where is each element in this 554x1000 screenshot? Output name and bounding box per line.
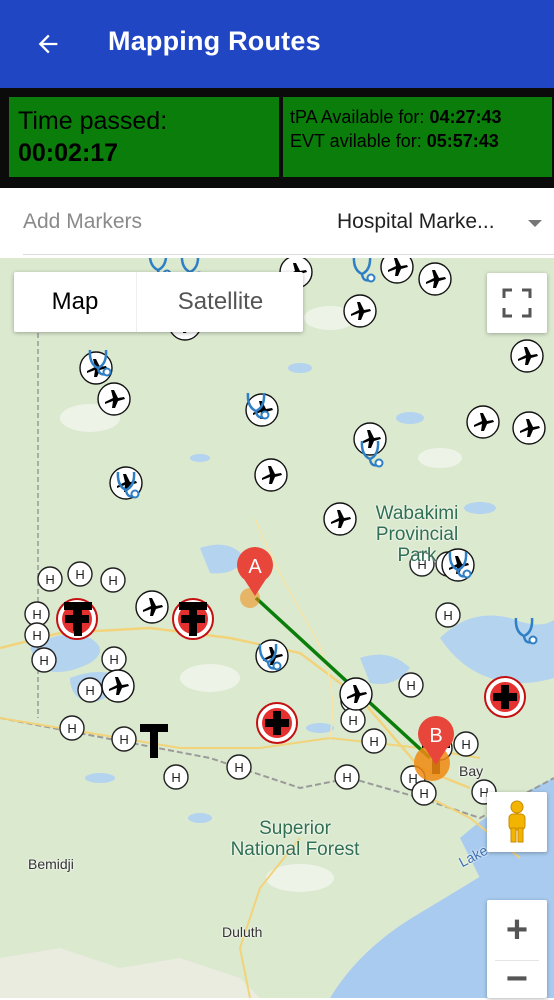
zoom-in-button[interactable]: + xyxy=(487,900,547,960)
markers-bar: Add Markers Hospital Marke... xyxy=(0,188,554,258)
zoom-control: + − xyxy=(487,900,547,998)
divider xyxy=(23,254,554,255)
map-type-map-button[interactable]: Map xyxy=(14,272,136,332)
street-view-button[interactable] xyxy=(487,792,547,852)
map-graphics: H xyxy=(0,258,554,998)
tpa-row: tPA Available for: 04:27:43 xyxy=(290,107,502,128)
evt-value: 05:57:43 xyxy=(426,131,499,151)
marker-a[interactable]: A xyxy=(237,547,273,596)
city-bemidji: Bemidji xyxy=(28,856,74,872)
marker-b-label: B xyxy=(429,725,442,747)
park-label-line2: Provincial xyxy=(375,524,459,545)
map-canvas[interactable]: H xyxy=(0,258,554,998)
forest-label-line2: National Forest xyxy=(230,839,360,860)
evt-row: EVT avilable for: 05:57:43 xyxy=(290,131,499,152)
city-duluth: Duluth xyxy=(222,924,263,940)
fullscreen-icon xyxy=(502,288,532,318)
availability-box: tPA Available for: 04:27:43 EVT avilable… xyxy=(283,97,552,177)
forest-label: Superior National Forest xyxy=(215,818,375,860)
park-label-line1: Wabakimi xyxy=(375,503,459,524)
time-passed-box: Time passed: 00:02:17 xyxy=(9,97,279,177)
park-label: Wabakimi Provincial Park xyxy=(362,503,472,566)
fullscreen-button[interactable] xyxy=(487,273,547,333)
time-passed-label: Time passed: xyxy=(18,107,168,135)
tpa-value: 04:27:43 xyxy=(429,107,502,127)
marker-a-label: A xyxy=(248,556,262,578)
back-button[interactable] xyxy=(28,24,68,64)
forest-label-line1: Superior xyxy=(259,818,331,839)
pegman-icon xyxy=(508,800,526,843)
map-type-satellite-button[interactable]: Satellite xyxy=(136,272,304,332)
marker-type-select[interactable]: Hospital Marke... xyxy=(337,210,495,234)
app-bar: Mapping Routes xyxy=(0,0,554,88)
add-markers-label: Add Markers xyxy=(23,210,143,233)
city-bay: Bay xyxy=(459,763,484,779)
park-label-line3: Park xyxy=(397,545,437,566)
tpa-label: tPA Available for: xyxy=(290,107,425,127)
time-passed-value: 00:02:17 xyxy=(18,139,119,167)
zoom-out-button[interactable]: − xyxy=(487,960,547,998)
chevron-down-icon[interactable] xyxy=(528,220,542,227)
evt-label: EVT avilable for: xyxy=(290,131,422,151)
page-title: Mapping Routes xyxy=(108,26,321,56)
arrow-left-icon xyxy=(38,34,58,54)
map-type-control: Map Satellite xyxy=(14,272,303,332)
